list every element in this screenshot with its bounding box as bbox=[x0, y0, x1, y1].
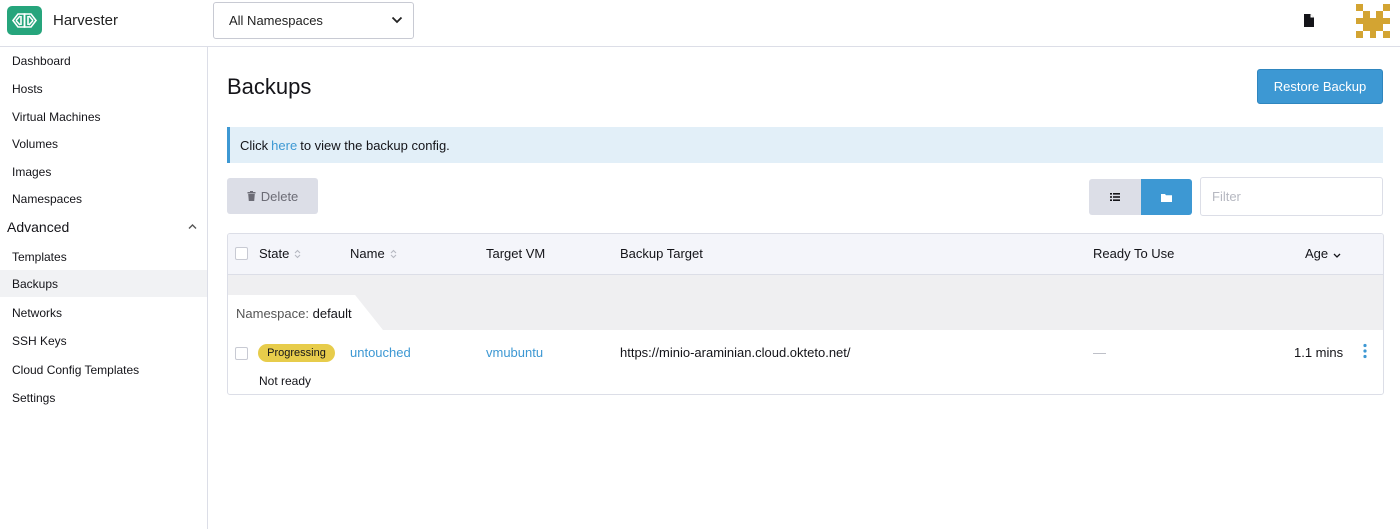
folder-view-button[interactable] bbox=[1140, 179, 1192, 215]
namespace-select[interactable]: All Namespaces bbox=[213, 2, 414, 39]
banner-suffix: to view the backup config. bbox=[300, 137, 450, 153]
list-icon bbox=[1109, 193, 1120, 201]
sidebar-item-label: Settings bbox=[12, 390, 56, 405]
sidebar-item-hosts[interactable]: Hosts bbox=[0, 75, 207, 102]
sidebar-item-templates[interactable]: Templates bbox=[0, 243, 207, 270]
sidebar-item-images[interactable]: Images bbox=[0, 158, 207, 185]
namespace-value: default bbox=[312, 306, 352, 321]
list-view-button[interactable] bbox=[1089, 179, 1141, 215]
sidebar-group-label: Advanced bbox=[7, 218, 70, 235]
delete-button[interactable]: Delete bbox=[227, 178, 318, 214]
sidebar-item-settings[interactable]: Settings bbox=[0, 384, 207, 411]
sidebar-item-volumes[interactable]: Volumes bbox=[0, 130, 207, 157]
column-header-target-vm: Target VM bbox=[486, 246, 545, 261]
ready-to-use-value: — bbox=[1093, 345, 1106, 360]
sidebar-item-cloud-config-templates[interactable]: Cloud Config Templates bbox=[0, 356, 207, 383]
sidebar-item-label: Hosts bbox=[12, 81, 43, 96]
sidebar-group-advanced[interactable]: Advanced bbox=[0, 213, 207, 240]
namespace-key: Namespace: bbox=[236, 306, 309, 321]
namespace-select-value: All Namespaces bbox=[229, 13, 323, 28]
column-header-ready-to-use: Ready To Use bbox=[1093, 246, 1174, 261]
sidebar-item-label: Templates bbox=[12, 249, 67, 264]
backup-config-banner: Click here to view the backup config. bbox=[227, 127, 1383, 163]
sidebar-item-label: Namespaces bbox=[12, 191, 83, 206]
chevron-down-icon bbox=[391, 16, 403, 24]
sidebar-item-label: Virtual Machines bbox=[12, 109, 101, 124]
sort-desc-icon bbox=[1333, 253, 1341, 258]
select-all-checkbox[interactable] bbox=[235, 247, 248, 260]
sidebar-item-networks[interactable]: Networks bbox=[0, 299, 207, 326]
backup-name-link[interactable]: untouched bbox=[350, 345, 411, 360]
sidebar-item-dashboard[interactable]: Dashboard bbox=[0, 47, 207, 74]
sidebar: Dashboard Hosts Virtual Machines Volumes… bbox=[0, 47, 208, 529]
backups-table: State Name Target VM Backup Target Ready… bbox=[227, 233, 1384, 395]
column-header-label: Target VM bbox=[486, 246, 546, 261]
column-header-label: State bbox=[259, 246, 290, 261]
sort-icon bbox=[390, 249, 397, 258]
trash-icon bbox=[247, 191, 256, 201]
sidebar-item-backups[interactable]: Backups bbox=[0, 270, 207, 297]
chevron-up-icon[interactable] bbox=[188, 223, 197, 230]
table-header: State Name Target VM Backup Target Ready… bbox=[228, 234, 1383, 275]
row-checkbox[interactable] bbox=[235, 347, 248, 360]
column-header-label: Name bbox=[350, 246, 385, 261]
sidebar-item-namespaces[interactable]: Namespaces bbox=[0, 185, 207, 212]
banner-config-link[interactable]: here bbox=[271, 138, 297, 153]
column-header-label: Ready To Use bbox=[1093, 246, 1175, 261]
harvester-logo-icon[interactable] bbox=[7, 6, 42, 35]
banner-prefix: Click bbox=[240, 137, 269, 153]
sidebar-item-label: SSH Keys bbox=[12, 333, 67, 348]
column-header-label: Age bbox=[1305, 246, 1329, 261]
avatar-icon[interactable] bbox=[1356, 4, 1390, 38]
view-toggle bbox=[1089, 179, 1192, 215]
sidebar-item-label: Cloud Config Templates bbox=[12, 362, 140, 377]
namespace-group-label: Namespace: default bbox=[236, 306, 352, 321]
column-header-name[interactable]: Name bbox=[350, 246, 397, 261]
status-badge: Progressing bbox=[258, 344, 335, 362]
column-header-backup-target: Backup Target bbox=[620, 246, 703, 261]
column-header-state[interactable]: State bbox=[259, 246, 301, 261]
sort-icon bbox=[294, 249, 301, 258]
sidebar-item-label: Backups bbox=[12, 276, 59, 291]
namespace-group-row: Namespace: default bbox=[228, 275, 1383, 330]
sidebar-item-ssh-keys[interactable]: SSH Keys bbox=[0, 327, 207, 354]
sidebar-item-label: Volumes bbox=[12, 136, 59, 151]
state-detail: Not ready bbox=[259, 374, 312, 388]
sidebar-item-label: Dashboard bbox=[12, 53, 71, 68]
delete-button-label: Delete bbox=[260, 188, 299, 204]
column-header-age[interactable]: Age bbox=[1305, 246, 1341, 261]
kebab-menu-icon[interactable] bbox=[1362, 343, 1368, 359]
target-vm-link[interactable]: vmubuntu bbox=[486, 345, 543, 360]
backup-target-url: https://minio-araminian.cloud.okteto.net… bbox=[620, 345, 851, 360]
sidebar-item-virtual-machines[interactable]: Virtual Machines bbox=[0, 103, 207, 130]
age-value: 1.1 mins bbox=[1294, 345, 1344, 360]
sidebar-item-label: Images bbox=[12, 164, 52, 179]
top-header: Harvester All Namespaces bbox=[0, 0, 1400, 47]
document-icon[interactable] bbox=[1303, 13, 1315, 28]
column-header-label: Backup Target bbox=[620, 246, 703, 261]
sidebar-item-label: Networks bbox=[12, 305, 63, 320]
page-title: Backups bbox=[227, 74, 312, 99]
app-title: Harvester bbox=[53, 12, 119, 29]
folder-icon bbox=[1160, 193, 1172, 202]
restore-backup-button[interactable]: Restore Backup bbox=[1257, 69, 1383, 104]
filter-input[interactable] bbox=[1200, 177, 1383, 216]
